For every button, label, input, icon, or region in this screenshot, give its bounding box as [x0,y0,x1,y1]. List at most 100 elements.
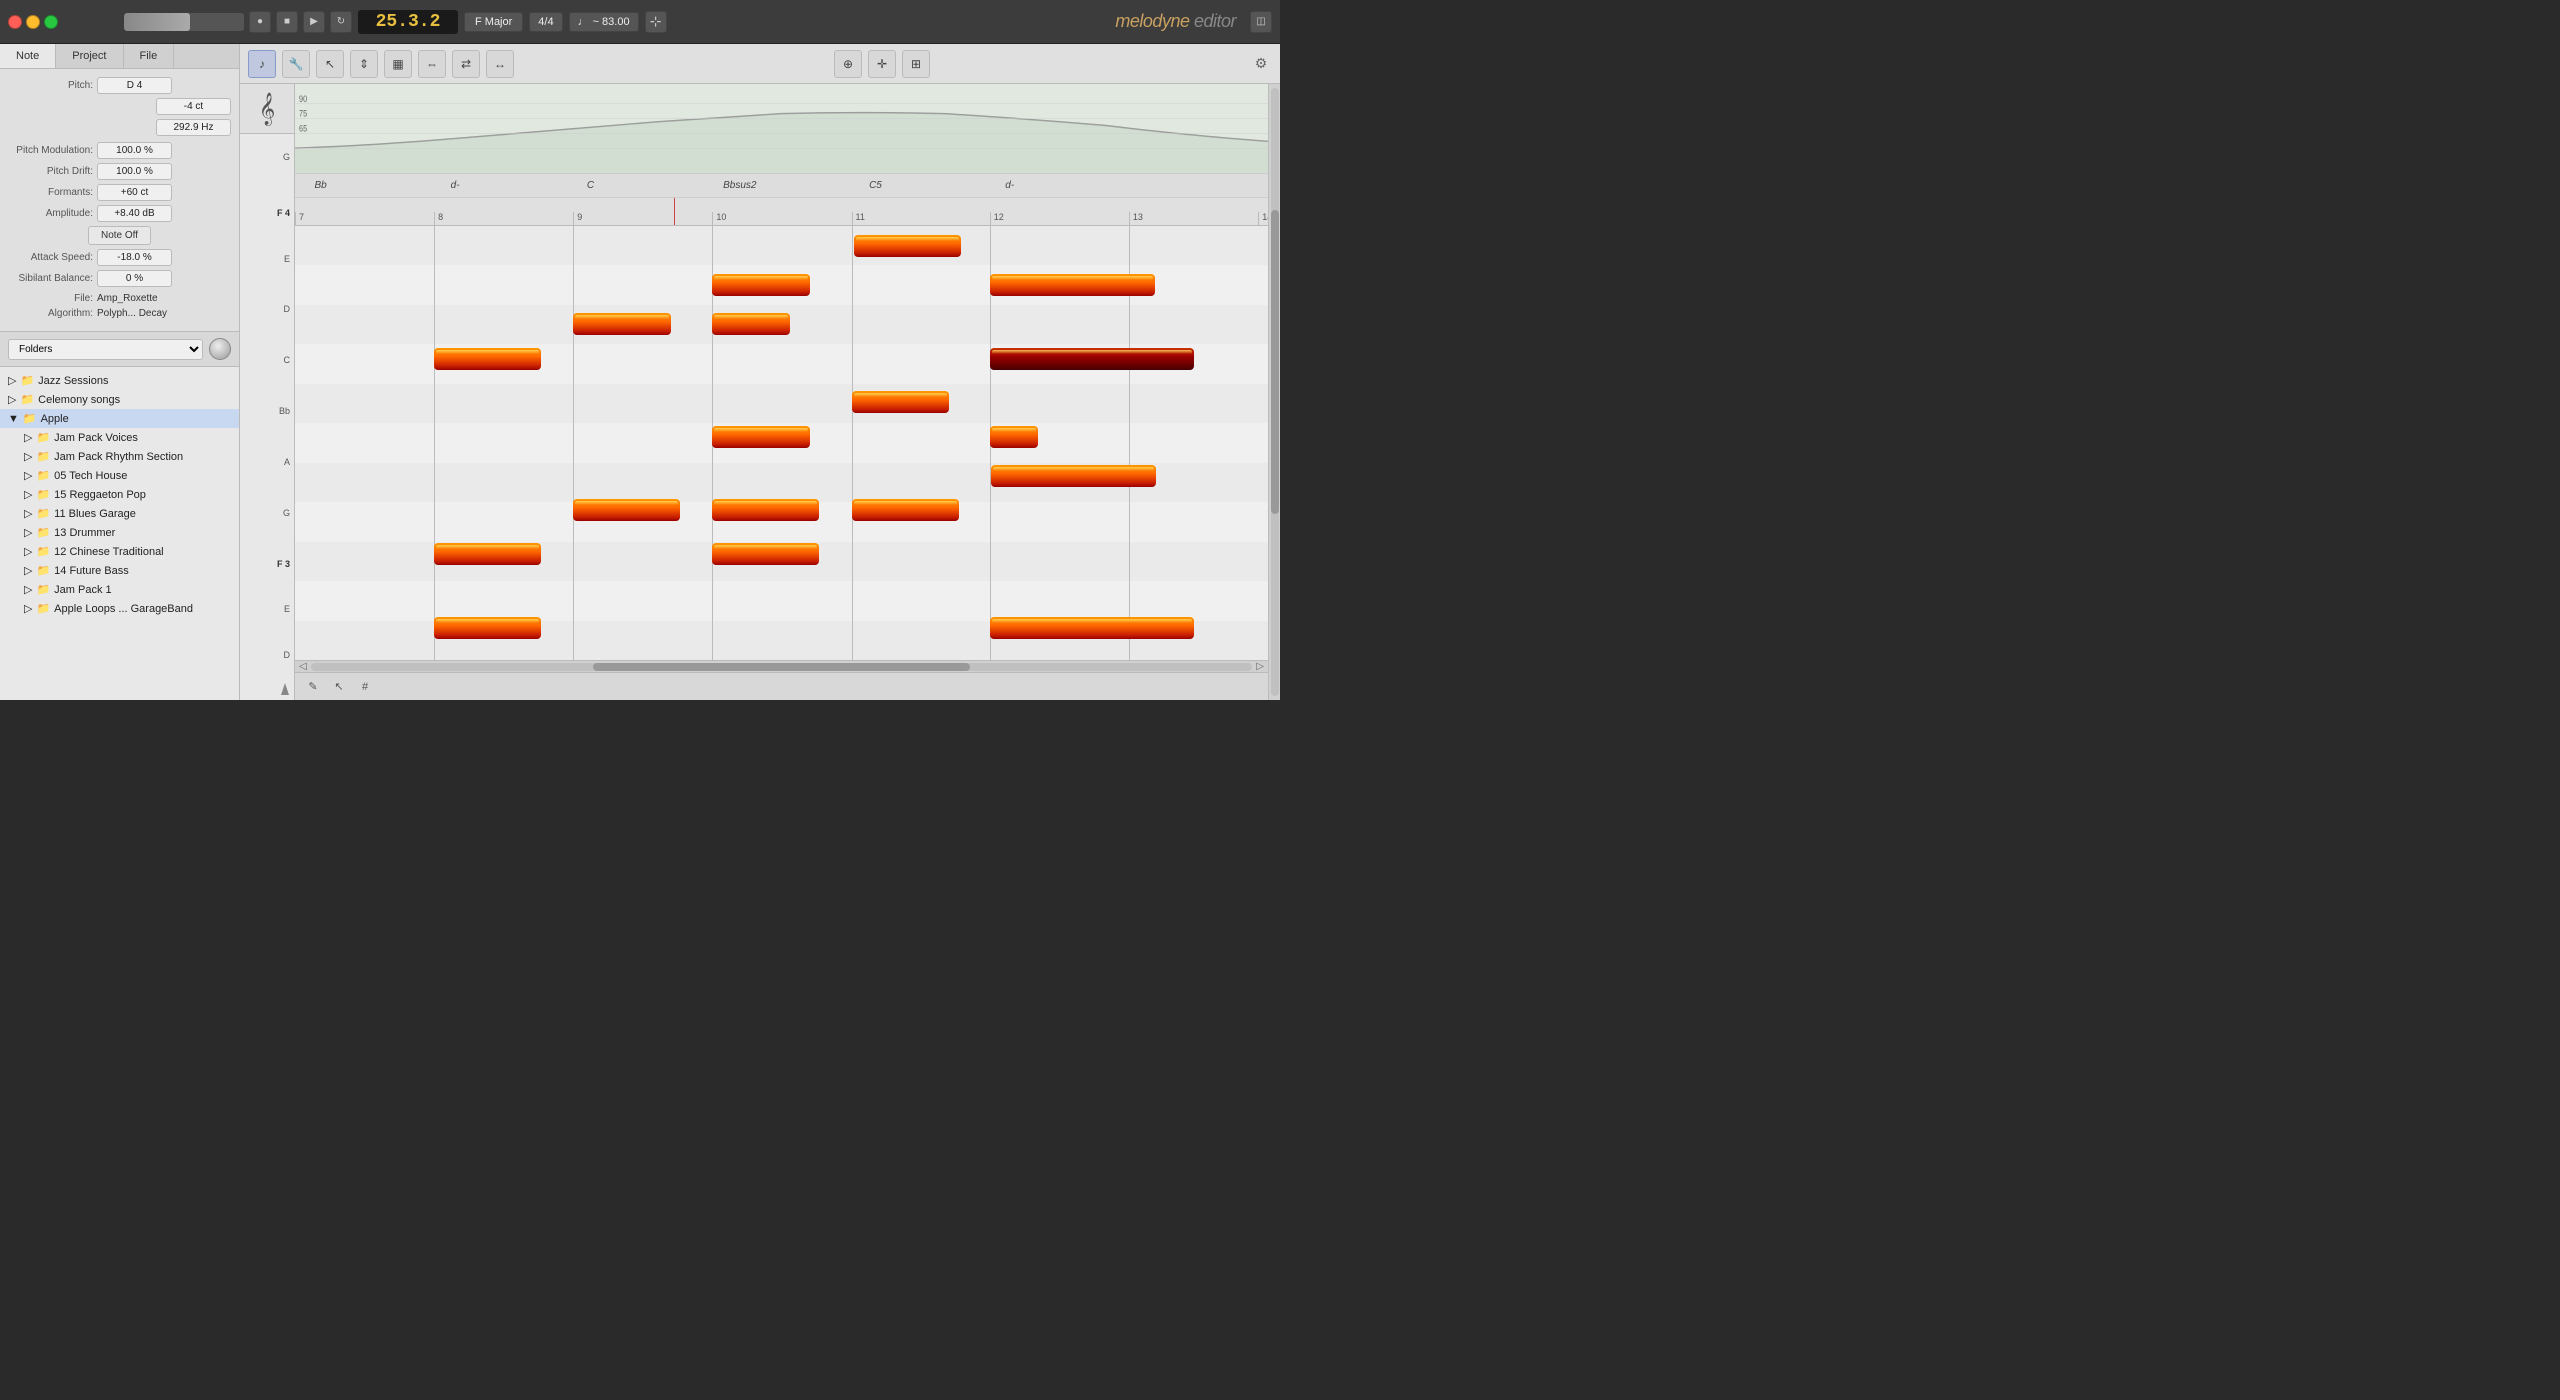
note-blob[interactable] [712,426,809,448]
pitch-value[interactable]: D 4 [97,77,172,94]
h-scrollbar-thumb[interactable] [593,663,970,671]
pitch-mod-value[interactable]: 100.0 % [97,142,172,159]
browser-item-jam-pack-rhythm[interactable]: ▷ 📁 Jam Pack Rhythm Section [16,447,239,466]
tool-amplitude[interactable]: ▦ [384,50,412,78]
note-blob[interactable] [712,499,819,521]
note-blob[interactable] [712,313,790,335]
note-blob[interactable] [573,499,680,521]
attack-value[interactable]: -18.0 % [97,249,172,266]
scroll-right-icon[interactable]: ▷ [1256,661,1264,672]
note-blob[interactable] [712,274,809,296]
key-display[interactable]: F Major [464,12,523,32]
folder-icon: 📁 [36,526,50,539]
hz-value[interactable]: 292.9 Hz [156,119,231,136]
browser-item-apple-loops[interactable]: ▷ 📁 Apple Loops ... GarageBand [16,599,239,618]
tab-note[interactable]: Note [0,44,56,68]
tempo-display[interactable]: ♩ ~ 83.00 [569,12,639,32]
tool-arrow[interactable]: ↖ [316,50,344,78]
note-blob[interactable] [852,391,949,413]
browser-knob[interactable] [209,338,231,360]
select-tool[interactable]: ↖ [329,677,349,697]
metronome-button[interactable]: ⊹ [645,11,667,33]
file-value: Amp_Roxette [97,293,158,304]
v-scrollbar-thumb[interactable] [1271,210,1279,514]
h-scrollbar-track[interactable] [311,663,1253,671]
h-scrollbar[interactable]: ◁ ▷ [295,660,1268,672]
browser-item-celemony[interactable]: ▷ 📁 Celemony songs [0,390,239,409]
formants-value[interactable]: +60 ct [97,184,172,201]
tab-project[interactable]: Project [56,44,123,68]
pitch-drift-label: Pitch Drift: [8,166,93,177]
tool-spread[interactable]: ↔ [486,50,514,78]
folder-icon: 📁 [36,469,50,482]
browser-item-future-bass[interactable]: ▷ 📁 14 Future Bass [16,561,239,580]
chord-d-minor2: d- [1005,180,1014,191]
browser-item-jam-pack1[interactable]: ▷ 📁 Jam Pack 1 [16,580,239,599]
hash-tool[interactable]: # [355,677,375,697]
browser-item-jazz-sessions[interactable]: ▷ 📁 Jazz Sessions [0,371,239,390]
folder-icon: 📁 [36,602,50,615]
browser-item-blues-garage[interactable]: ▷ 📁 11 Blues Garage [16,504,239,523]
browser-select[interactable]: Folders [8,339,203,360]
tool-quantize[interactable]: ⊕ [834,50,862,78]
chord-bbsus2: Bbsus2 [723,180,756,191]
play-button[interactable]: ▶ [303,11,325,33]
note-off-button[interactable]: Note Off [88,226,151,245]
scroll-left-icon[interactable]: ◁ [299,661,307,672]
note-grid[interactable] [295,226,1268,660]
note-blob[interactable] [434,348,541,370]
tree-item-label: 14 Future Bass [54,565,129,577]
note-blob[interactable] [854,235,961,257]
tree-item-label: 13 Drummer [54,527,115,539]
stop-button[interactable]: ■ [276,11,298,33]
amplitude-value[interactable]: +8.40 dB [97,205,172,222]
time-sig-display[interactable]: 4/4 [529,12,562,32]
tab-file[interactable]: File [124,44,175,68]
main-content: Note Project File Pitch: D 4 -4 ct 292.9… [0,44,1280,700]
note-blob[interactable] [712,543,819,565]
settings-button[interactable]: ⚙ [1250,53,1272,75]
record-button[interactable]: ● [249,11,271,33]
tool-pitch[interactable]: ⇕ [350,50,378,78]
note-blob[interactable] [434,543,541,565]
pencil-tool[interactable]: ✎ [303,677,323,697]
expand-icon: ▼ [8,413,19,425]
tool-move[interactable]: ✛ [868,50,896,78]
note-blob[interactable] [990,274,1155,296]
v-scrollbar-track[interactable] [1271,88,1279,696]
transport-progress[interactable] [124,13,244,31]
tool-separation[interactable]: ⇄ [452,50,480,78]
note-blob[interactable] [852,499,959,521]
folder-icon: 📁 [36,507,50,520]
expand-icon: ▷ [24,507,32,520]
note-blob[interactable] [573,313,670,335]
note-blob-selected[interactable] [990,348,1194,370]
cents-value[interactable]: -4 ct [156,98,231,115]
attack-label: Attack Speed: [8,252,93,263]
pitch-envelope-area[interactable]: 90 75 65 [295,84,1268,174]
loop-button[interactable]: ↻ [330,11,352,33]
note-blob[interactable] [991,465,1156,487]
tool-formant[interactable]: ⊞ [902,50,930,78]
close-button[interactable] [8,15,22,29]
browser-item-drummer[interactable]: ▷ 📁 13 Drummer [16,523,239,542]
chord-c5: C5 [869,180,882,191]
v-scrollbar[interactable] [1268,84,1280,700]
browser-item-apple[interactable]: ▼ 📁 Apple [0,409,239,428]
note-blob[interactable] [990,617,1194,639]
tool-select[interactable]: ♪ [248,50,276,78]
tool-time[interactable]: ⇔ [418,50,446,78]
time-7: 7 [295,212,304,225]
tool-wrench[interactable]: 🔧 [282,50,310,78]
browser-item-reggaeton[interactable]: ▷ 📁 15 Reggaeton Pop [16,485,239,504]
browser-item-chinese[interactable]: ▷ 📁 12 Chinese Traditional [16,542,239,561]
right-panel-toggle[interactable]: ◫ [1250,11,1272,33]
browser-item-tech-house[interactable]: ▷ 📁 05 Tech House [16,466,239,485]
note-blob[interactable] [990,426,1039,448]
note-blob[interactable] [434,617,541,639]
minimize-button[interactable] [26,15,40,29]
pitch-drift-value[interactable]: 100.0 % [97,163,172,180]
maximize-button[interactable] [44,15,58,29]
browser-item-jam-pack-voices[interactable]: ▷ 📁 Jam Pack Voices [16,428,239,447]
sibilant-value[interactable]: 0 % [97,270,172,287]
